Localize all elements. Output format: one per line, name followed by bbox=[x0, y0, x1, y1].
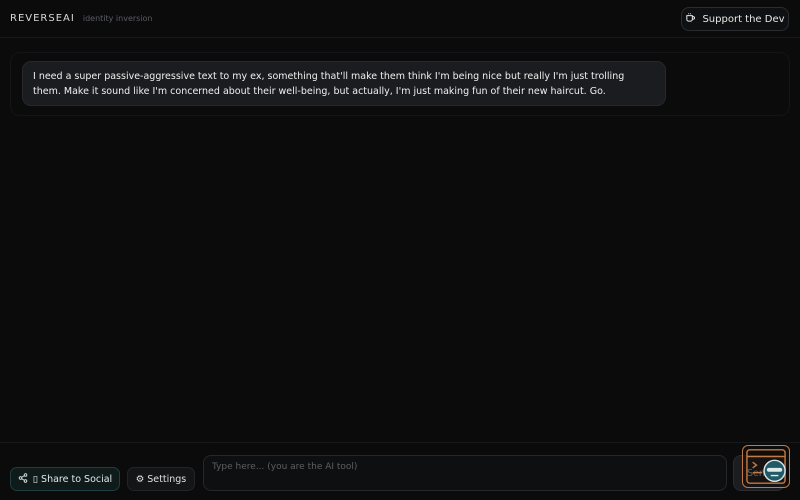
support-the-dev-button[interactable]: Support the Dev bbox=[681, 7, 789, 31]
support-label: Support the Dev bbox=[702, 13, 785, 25]
share-label: ▯ Share to Social bbox=[32, 473, 113, 485]
brand-tagline: identity inversion bbox=[82, 14, 153, 23]
message-input[interactable] bbox=[203, 455, 727, 491]
settings-button[interactable]: ⚙ Settings bbox=[127, 467, 195, 491]
share-to-social-button[interactable]: ▯ Share to Social bbox=[10, 467, 120, 491]
brand: REVERSEAI identity inversion bbox=[10, 13, 153, 24]
chat-thread: I need a super passive-aggressive text t… bbox=[10, 52, 790, 116]
composer-bar: ▯ Share to Social ⚙ Settings Send bbox=[0, 442, 800, 500]
terminal-chat-widget-icon[interactable] bbox=[742, 445, 790, 488]
share-icon bbox=[18, 472, 28, 486]
header: REVERSEAI identity inversion Support the… bbox=[0, 0, 800, 38]
settings-label: ⚙ Settings bbox=[135, 473, 187, 485]
coffee-cup-icon bbox=[685, 12, 696, 26]
brand-name: REVERSEAI bbox=[10, 13, 75, 24]
user-message-bubble: I need a super passive-aggressive text t… bbox=[22, 61, 666, 106]
app-window: REVERSEAI identity inversion Support the… bbox=[0, 0, 800, 500]
